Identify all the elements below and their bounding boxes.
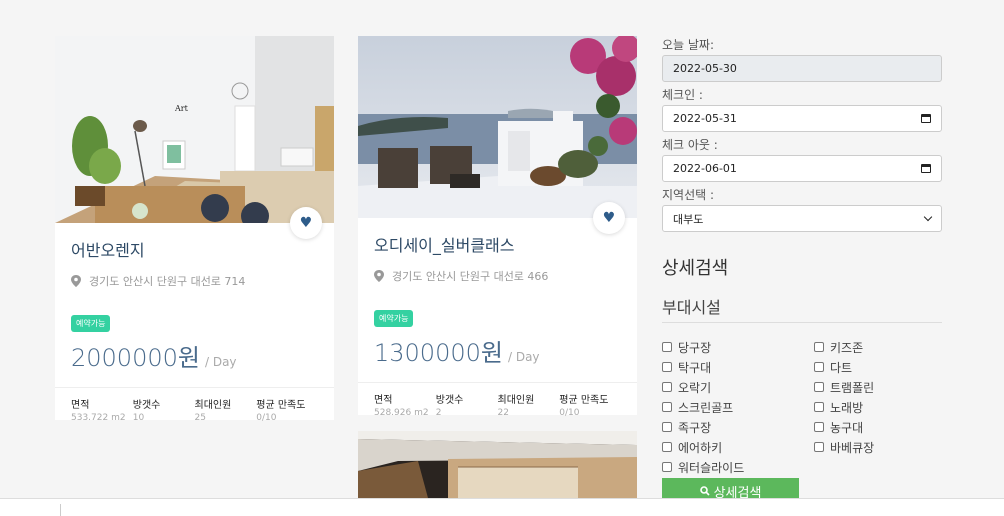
divider xyxy=(60,504,61,516)
map-pin-icon xyxy=(374,270,384,282)
region-selected-value: 대부도 xyxy=(673,212,704,226)
bottom-bar xyxy=(0,498,1004,516)
stat-area: 면적 533.722 m2 xyxy=(71,400,126,423)
per-day-label: / Day xyxy=(507,350,540,364)
listing-stats: 면적 528.926 m2 방갯수 2 최대인원 22 평균 만족도 0/10 xyxy=(358,382,637,428)
checkbox[interactable] xyxy=(662,342,672,352)
facility-checkbox[interactable]: 당구장 xyxy=(662,339,814,355)
favorite-button[interactable]: ♥ xyxy=(290,207,322,239)
listing-card[interactable]: Art ♥ 어반오렌지 경기도 안산시 단원구 대선로 714 예약가능 200… xyxy=(55,36,334,423)
calendar-icon[interactable] xyxy=(921,164,931,173)
detail-search-heading: 상세검색 xyxy=(662,258,729,279)
price-row: 1300000원 / Day xyxy=(374,333,621,368)
stat-max-guests: 최대인원 22 xyxy=(497,395,535,418)
map-pin-icon xyxy=(71,275,81,287)
checkbox[interactable] xyxy=(662,362,672,372)
facility-checkbox[interactable]: 오락기 xyxy=(662,379,814,395)
price-row: 2000000원 / Day xyxy=(71,338,318,373)
search-icon xyxy=(699,486,710,496)
facility-checkbox[interactable]: 바베큐장 xyxy=(814,439,942,455)
checkbox[interactable] xyxy=(814,342,824,352)
listing-stats: 면적 533.722 m2 방갯수 10 최대인원 25 평균 만족도 0/10 xyxy=(55,387,334,433)
address-text: 경기도 안산시 단원구 대선로 714 xyxy=(89,275,246,288)
checkbox[interactable] xyxy=(814,422,824,432)
listing-title[interactable]: 오디세이_실버클래스 xyxy=(374,232,621,256)
facility-checkbox[interactable]: 에어하키 xyxy=(662,439,814,455)
listing-photo[interactable]: Art ♥ xyxy=(55,36,334,239)
chevron-down-icon xyxy=(923,212,933,222)
checkout-date-value: 2022-06-01 xyxy=(673,162,737,175)
interior-photo xyxy=(358,431,637,498)
facility-checkbox[interactable]: 노래방 xyxy=(814,399,942,415)
listing-card[interactable] xyxy=(358,431,637,498)
price: 1300000원 xyxy=(374,339,503,367)
availability-badge: 예약가능 xyxy=(374,310,414,327)
checkbox[interactable] xyxy=(814,362,824,372)
stat-rooms: 방갯수 2 xyxy=(435,395,464,418)
checkin-date-value: 2022-05-31 xyxy=(673,112,737,125)
address-text: 경기도 안산시 단원구 대선로 466 xyxy=(392,270,549,283)
checkbox[interactable] xyxy=(662,462,672,472)
facility-checkbox[interactable]: 족구장 xyxy=(662,419,814,435)
checkbox[interactable] xyxy=(662,402,672,412)
stat-rooms: 방갯수 10 xyxy=(132,400,161,423)
facility-checkbox[interactable]: 탁구대 xyxy=(662,359,814,375)
checkbox[interactable] xyxy=(814,402,824,412)
stat-rating: 평균 만족도 0/10 xyxy=(559,395,609,418)
today-date-value: 2022-05-30 xyxy=(673,62,737,75)
heart-icon: ♥ xyxy=(299,215,313,231)
facility-checkbox[interactable]: 스크린골프 xyxy=(662,399,814,415)
availability-badge: 예약가능 xyxy=(71,315,111,332)
listing-card[interactable]: ♥ 오디세이_실버클래스 경기도 안산시 단원구 대선로 466 예약가능 13… xyxy=(358,36,637,418)
listing-address: 경기도 안산시 단원구 대선로 466 xyxy=(374,268,621,284)
svg-text:Art: Art xyxy=(174,104,189,113)
stat-rating: 평균 만족도 0/10 xyxy=(256,400,306,423)
facility-checkbox[interactable]: 다트 xyxy=(814,359,942,375)
checkin-date-input[interactable]: 2022-05-31 xyxy=(662,105,942,132)
stat-max-guests: 최대인원 25 xyxy=(194,400,232,423)
today-label: 오늘 날짜: xyxy=(662,38,715,52)
favorite-button[interactable]: ♥ xyxy=(593,202,625,234)
price: 2000000원 xyxy=(71,344,200,372)
checkbox[interactable] xyxy=(662,442,672,452)
checkout-label: 체크 아웃 : xyxy=(662,138,718,152)
facility-checkbox[interactable]: 키즈존 xyxy=(814,339,942,355)
listing-photo[interactable]: ♥ xyxy=(358,36,637,234)
seaside-photo xyxy=(358,36,637,218)
checkbox[interactable] xyxy=(814,382,824,392)
facility-checkbox[interactable]: 트램폴린 xyxy=(814,379,942,395)
facility-checkbox[interactable]: 워터슬라이드 xyxy=(662,459,814,475)
checkin-label: 체크인 : xyxy=(662,88,703,102)
facilities-heading: 부대시설 xyxy=(662,294,942,323)
listing-address: 경기도 안산시 단원구 대선로 714 xyxy=(71,273,318,289)
heart-icon: ♥ xyxy=(602,210,616,226)
listing-title[interactable]: 어반오렌지 xyxy=(71,237,318,261)
region-select[interactable]: 대부도 xyxy=(662,205,942,232)
room-photo: Art xyxy=(55,36,334,223)
search-sidebar: 오늘 날짜: 2022-05-30 체크인 : 2022-05-31 체크 아웃… xyxy=(662,36,942,504)
per-day-label: / Day xyxy=(204,355,237,369)
stat-area: 면적 528.926 m2 xyxy=(374,395,429,418)
region-label: 지역선택 : xyxy=(662,188,715,202)
today-date-field: 2022-05-30 xyxy=(662,55,942,82)
checkbox[interactable] xyxy=(662,422,672,432)
checkout-date-input[interactable]: 2022-06-01 xyxy=(662,155,942,182)
checkbox[interactable] xyxy=(814,442,824,452)
facility-checkbox[interactable]: 농구대 xyxy=(814,419,942,435)
calendar-icon[interactable] xyxy=(921,114,931,123)
checkbox[interactable] xyxy=(662,382,672,392)
facilities-list: 당구장 키즈존 탁구대 다트 오락기 트램폴린 스크린골프 노래방 족구장 농구… xyxy=(662,339,942,475)
